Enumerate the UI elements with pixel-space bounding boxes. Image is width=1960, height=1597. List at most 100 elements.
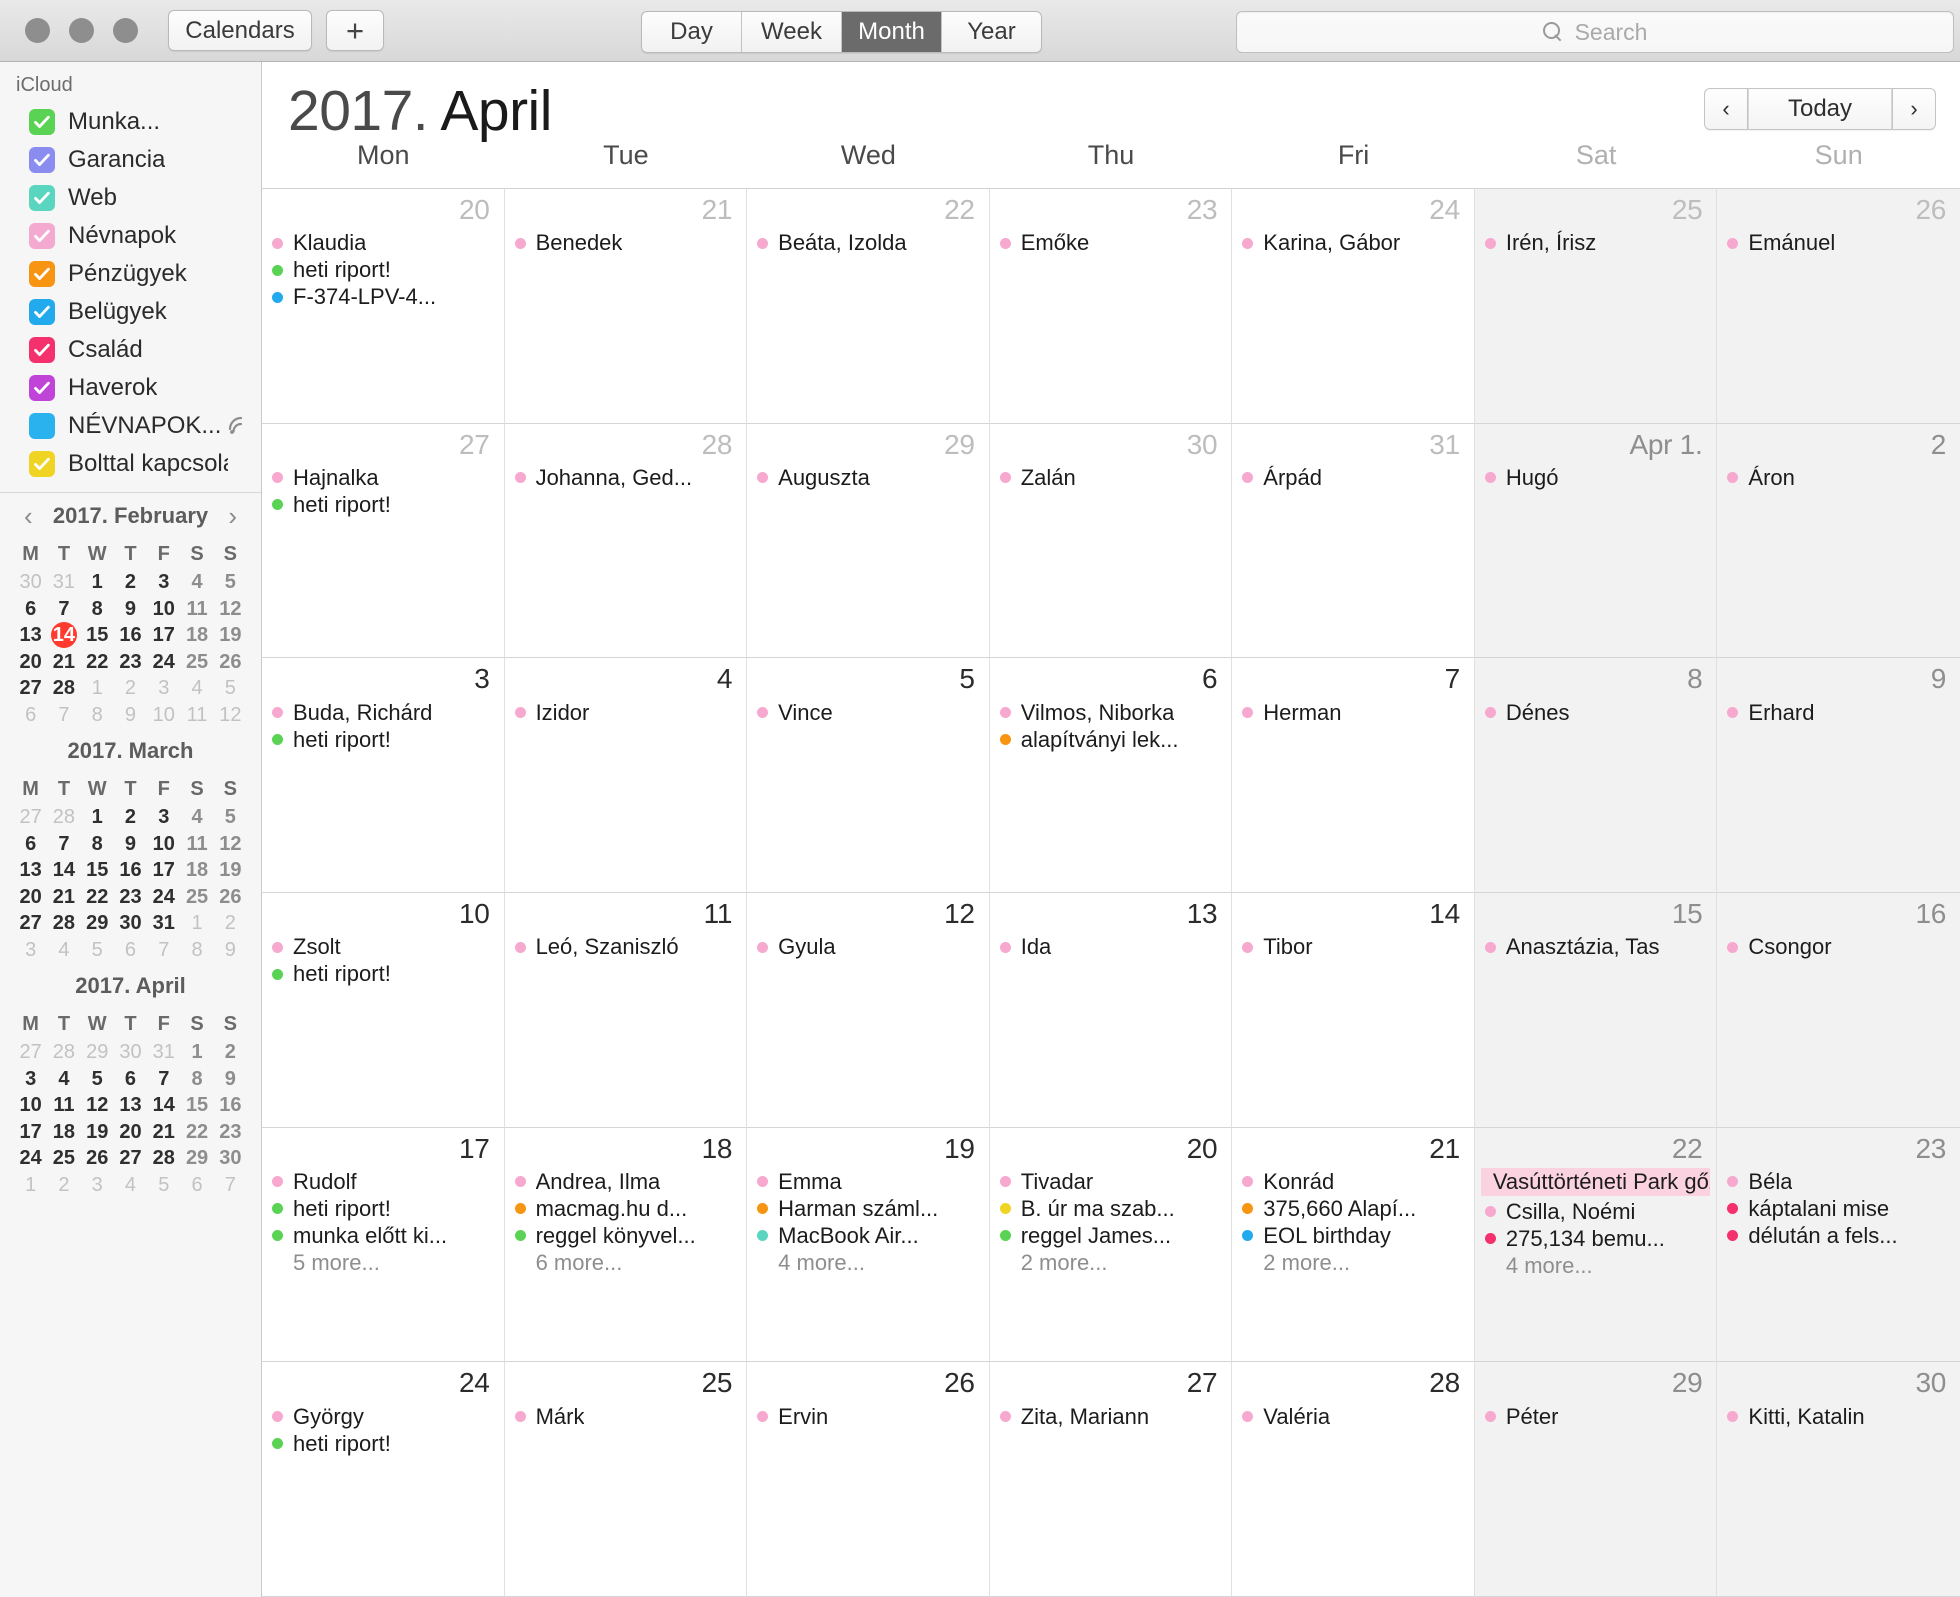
calendar-day-cell[interactable]: 12 Gyula bbox=[747, 893, 990, 1128]
mini-calendar-day[interactable]: 6 bbox=[180, 1172, 213, 1199]
mini-calendar-day[interactable]: 6 bbox=[114, 1066, 147, 1093]
mini-calendar-day[interactable]: 30 bbox=[114, 1039, 147, 1066]
calendar-day-cell[interactable]: 21 Benedek bbox=[504, 189, 748, 424]
mini-calendar-day[interactable]: 10 bbox=[14, 1092, 47, 1119]
chevron-left-icon[interactable]: ‹ bbox=[24, 501, 33, 532]
mini-calendar-day[interactable]: 30 bbox=[214, 1145, 247, 1172]
mini-calendar-day[interactable]: 28 bbox=[47, 675, 80, 702]
calendar-checkbox-checked[interactable] bbox=[29, 261, 55, 287]
calendar-checkbox-checked[interactable] bbox=[29, 451, 55, 477]
mini-calendar-day[interactable]: 15 bbox=[81, 857, 114, 884]
calendar-event[interactable]: B. úr ma szab... bbox=[999, 1195, 1226, 1222]
next-month-button[interactable]: › bbox=[1892, 88, 1936, 130]
calendar-day-cell[interactable]: 25 Márk bbox=[504, 1362, 748, 1597]
calendar-event[interactable]: Herman bbox=[1242, 699, 1468, 726]
calendar-event[interactable]: Gyula bbox=[757, 934, 983, 961]
mini-calendar-day[interactable]: 24 bbox=[147, 649, 180, 676]
calendar-event[interactable]: Konrád bbox=[1242, 1168, 1468, 1195]
sidebar-calendar-item[interactable]: Haverok bbox=[0, 369, 261, 407]
calendar-event[interactable]: Harman száml... bbox=[757, 1195, 983, 1222]
more-events-link[interactable]: 4 more... bbox=[1485, 1252, 1711, 1279]
mini-calendar-day[interactable]: 27 bbox=[14, 675, 47, 702]
calendar-day-cell[interactable]: 14 Tibor bbox=[1232, 893, 1475, 1128]
calendar-day-cell[interactable]: 19 Emma Harman száml... MacBook Air... 4 mor… bbox=[747, 1127, 990, 1363]
add-event-button[interactable]: + bbox=[326, 10, 384, 51]
mini-calendar-day[interactable]: 31 bbox=[147, 910, 180, 937]
mini-calendar-day[interactable]: 13 bbox=[114, 1092, 147, 1119]
mini-calendar-day[interactable]: 6 bbox=[14, 596, 47, 623]
calendar-event[interactable]: Hajnalka bbox=[272, 464, 498, 491]
mini-calendar-day[interactable]: 1 bbox=[81, 804, 114, 831]
calendar-event[interactable]: Andrea, Ilma bbox=[514, 1168, 741, 1195]
mini-calendar-day[interactable]: 4 bbox=[180, 675, 213, 702]
mini-calendar-day[interactable]: 25 bbox=[180, 649, 213, 676]
mini-calendar-day[interactable]: 1 bbox=[81, 675, 114, 702]
mini-calendar-day[interactable]: 15 bbox=[81, 622, 114, 649]
sidebar-calendar-item[interactable]: Pénzügyek bbox=[0, 255, 261, 293]
mini-calendar-day[interactable]: 16 bbox=[114, 622, 147, 649]
mini-calendar-day[interactable]: 12 bbox=[214, 702, 247, 729]
more-events-link[interactable]: 6 more... bbox=[515, 1249, 741, 1276]
mini-calendar-day[interactable]: 21 bbox=[147, 1119, 180, 1146]
mini-calendar-day[interactable]: 3 bbox=[147, 569, 180, 596]
mini-calendar-day[interactable]: 4 bbox=[114, 1172, 147, 1199]
mini-calendar-day[interactable]: 8 bbox=[81, 596, 114, 623]
calendar-day-cell[interactable]: 9 Erhard bbox=[1717, 658, 1960, 893]
mini-calendar-day[interactable]: 13 bbox=[14, 622, 47, 649]
calendar-day-cell[interactable]: 11 Leó, Szaniszló bbox=[504, 893, 748, 1128]
calendar-day-cell[interactable]: 4 Izidor bbox=[504, 658, 748, 893]
mini-calendar-day[interactable]: 1 bbox=[180, 910, 213, 937]
mini-calendar-day[interactable]: 6 bbox=[14, 702, 47, 729]
calendar-day-cell[interactable]: 29 Péter bbox=[1474, 1362, 1718, 1597]
calendar-event[interactable]: György bbox=[272, 1403, 498, 1430]
mini-calendar-day[interactable]: 7 bbox=[47, 702, 80, 729]
mini-calendar-day[interactable]: 27 bbox=[14, 804, 47, 831]
calendar-day-cell[interactable]: 20 Tivadar B. úr ma szab... reggel James...… bbox=[989, 1127, 1233, 1363]
mini-calendar-day[interactable]: 11 bbox=[180, 596, 213, 623]
mini-calendar-day[interactable]: 28 bbox=[47, 910, 80, 937]
mini-calendar-day[interactable]: 14 bbox=[47, 857, 80, 884]
mini-calendar-day[interactable]: 24 bbox=[147, 884, 180, 911]
view-mode-segmented-control[interactable]: Day Week Month Year bbox=[641, 11, 1042, 53]
calendar-day-cell[interactable]: 8 Dénes bbox=[1474, 658, 1718, 893]
calendar-event[interactable]: alapítványi lek... bbox=[999, 726, 1226, 753]
calendar-checkbox-checked[interactable] bbox=[29, 109, 55, 135]
calendar-event[interactable]: F-374-LPV-4... bbox=[272, 284, 498, 311]
mini-calendar-day[interactable]: 7 bbox=[214, 1172, 247, 1199]
calendar-event[interactable]: Beáta, Izolda bbox=[757, 230, 983, 257]
mini-calendar-day[interactable]: 10 bbox=[147, 831, 180, 858]
mini-calendar-day[interactable]: 4 bbox=[47, 937, 80, 964]
mini-calendar-day[interactable]: 22 bbox=[180, 1119, 213, 1146]
mini-calendar-day[interactable]: 19 bbox=[81, 1119, 114, 1146]
mini-calendar-day[interactable]: 30 bbox=[14, 569, 47, 596]
mini-calendar-day[interactable]: 23 bbox=[114, 649, 147, 676]
calendar-event[interactable]: Izidor bbox=[514, 699, 741, 726]
mini-calendar-day[interactable]: 28 bbox=[47, 804, 80, 831]
mini-calendar-day[interactable]: 17 bbox=[14, 1119, 47, 1146]
calendar-event[interactable]: Buda, Richárd bbox=[272, 699, 498, 726]
calendar-day-cell[interactable]: 22Vasúttörténeti Park gőzösfüstbenCsilla… bbox=[1474, 1127, 1718, 1363]
calendar-day-cell[interactable]: 21 Konrád 375,660 Alapí... EOL birthday 2 mo… bbox=[1232, 1127, 1475, 1363]
mini-calendar-day[interactable]: 26 bbox=[214, 884, 247, 911]
mini-calendar-day[interactable]: 3 bbox=[14, 937, 47, 964]
calendar-event[interactable]: Árpád bbox=[1242, 464, 1468, 491]
view-mode-week[interactable]: Week bbox=[742, 12, 842, 52]
mini-calendar-day[interactable]: 2 bbox=[114, 804, 147, 831]
calendar-checkbox-unchecked[interactable] bbox=[29, 413, 55, 439]
mini-calendar-day[interactable]: 2 bbox=[214, 910, 247, 937]
mini-calendar-day[interactable]: 20 bbox=[114, 1119, 147, 1146]
calendar-day-cell[interactable]: 15 Anasztázia, Tas bbox=[1474, 893, 1718, 1128]
calendar-event[interactable]: Auguszta bbox=[757, 464, 983, 491]
calendar-event[interactable]: Vilmos, Niborka bbox=[999, 699, 1226, 726]
mini-calendar-day[interactable]: 8 bbox=[81, 702, 114, 729]
calendar-day-cell[interactable]: 22 Beáta, Izolda bbox=[747, 189, 990, 424]
calendar-event[interactable]: Béla bbox=[1727, 1168, 1954, 1195]
mini-calendar-day[interactable]: 28 bbox=[47, 1039, 80, 1066]
calendar-day-cell[interactable]: 23 Béla káptalani mise délután a fels... bbox=[1717, 1127, 1960, 1363]
mini-calendar-day[interactable]: 26 bbox=[214, 649, 247, 676]
mini-calendar-day[interactable]: 5 bbox=[147, 1172, 180, 1199]
mini-calendar-day[interactable]: 1 bbox=[180, 1039, 213, 1066]
more-events-link[interactable]: 2 more... bbox=[1000, 1249, 1226, 1276]
mini-calendar-day[interactable]: 3 bbox=[147, 675, 180, 702]
calendar-event[interactable]: 375,660 Alapí... bbox=[1242, 1195, 1468, 1222]
